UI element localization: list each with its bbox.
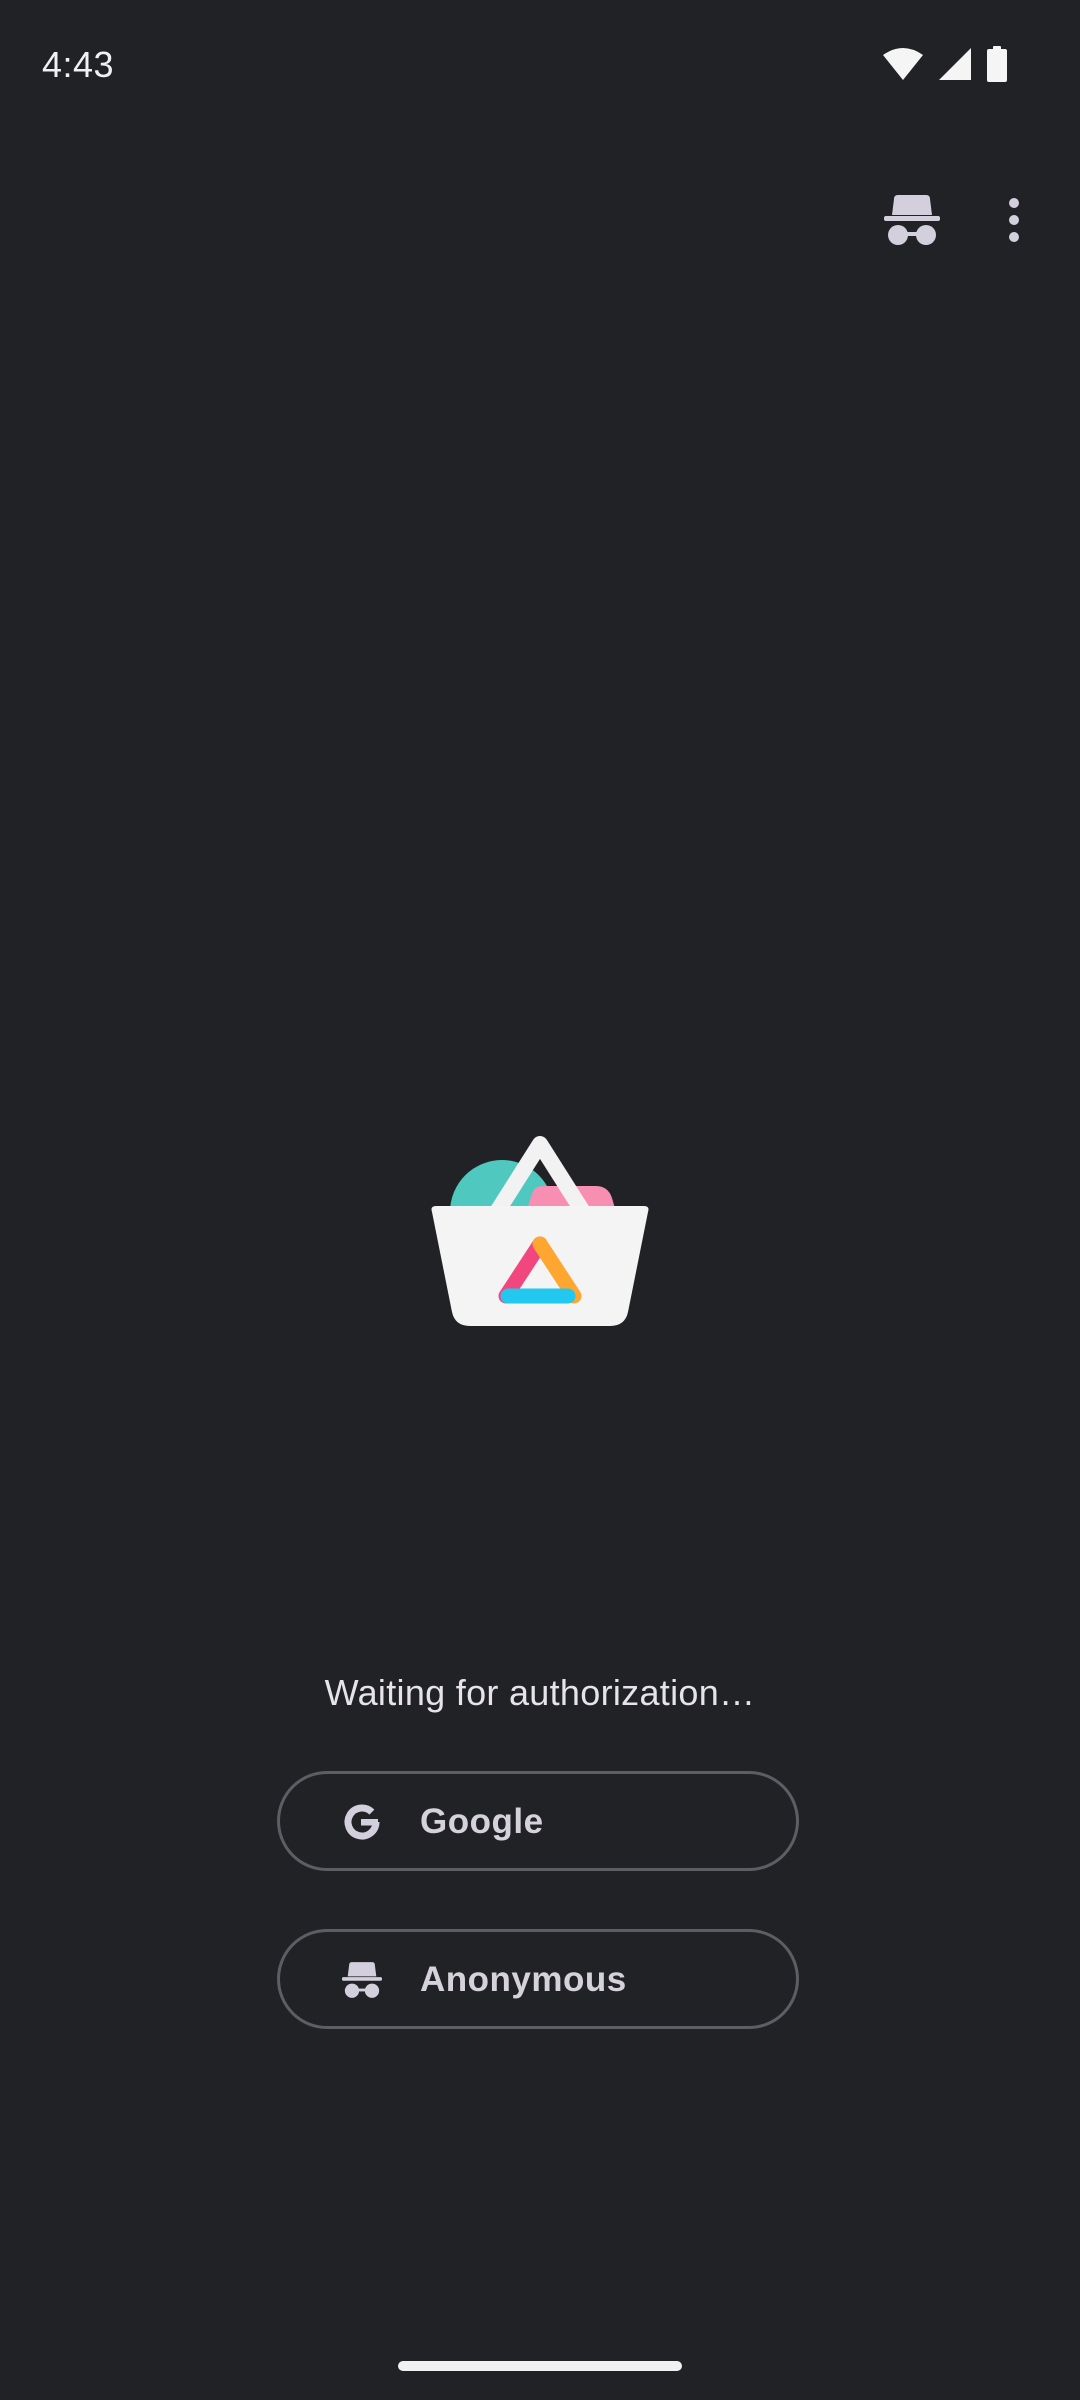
status-bar: 4:43	[0, 0, 1080, 132]
top-app-bar-actions	[820, 180, 1080, 270]
google-button-label: Google	[420, 1802, 544, 1841]
incognito-button[interactable]	[872, 182, 952, 262]
aurora-store-logo	[428, 1136, 652, 1336]
more-options-button[interactable]	[978, 182, 1050, 262]
login-screen: 4:43 Waiting for authorization… Google A…	[0, 0, 1080, 2400]
anonymous-button-label: Anonymous	[420, 1960, 627, 1999]
google-icon	[342, 1802, 382, 1842]
google-login-button[interactable]: Google	[277, 1771, 799, 1871]
incognito-icon	[342, 1960, 382, 2000]
status-time: 4:43	[42, 44, 115, 85]
authorization-status-text: Waiting for authorization…	[324, 1672, 756, 1713]
cellular-signal-icon	[938, 47, 972, 81]
wifi-icon	[882, 47, 924, 81]
incognito-icon	[884, 194, 940, 250]
battery-icon	[986, 46, 1008, 82]
anonymous-login-button[interactable]: Anonymous	[277, 1929, 799, 2029]
gesture-navigation-handle[interactable]	[398, 2361, 682, 2371]
more-vert-icon	[1008, 197, 1020, 248]
status-icons	[882, 44, 1008, 84]
